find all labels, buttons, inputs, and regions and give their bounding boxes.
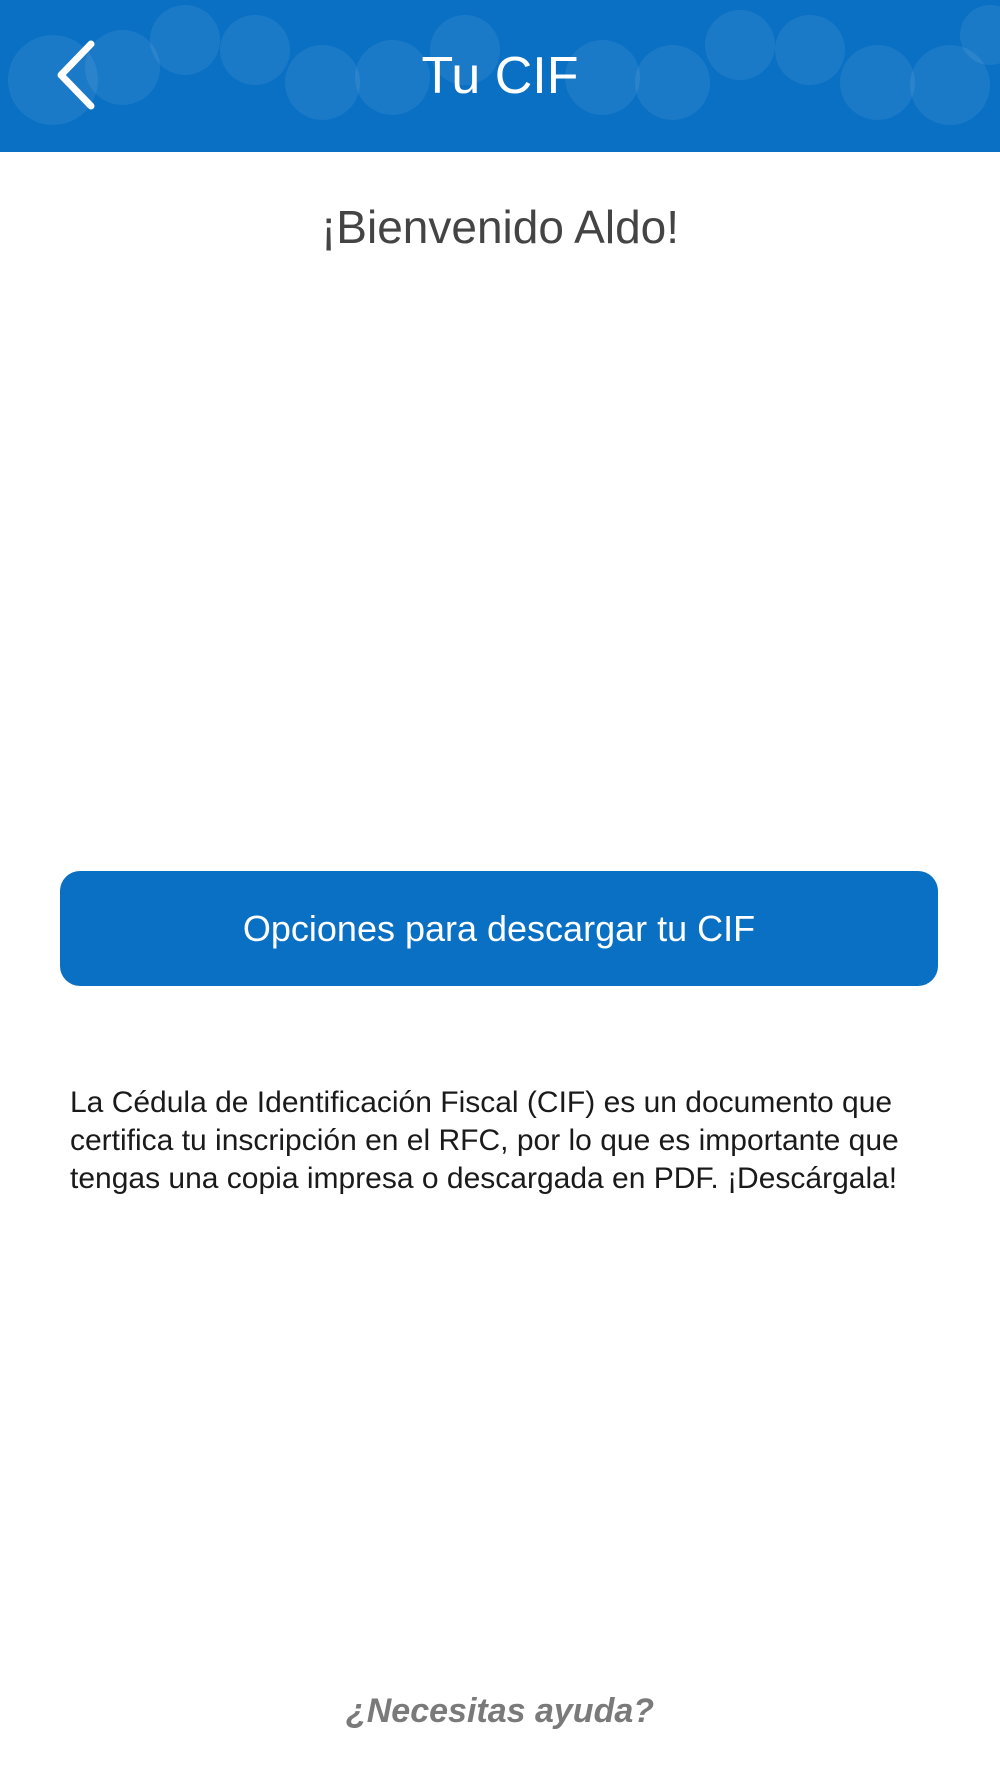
cif-description: La Cédula de Identificación Fiscal (CIF)… (70, 1086, 899, 1195)
download-options-button[interactable]: Opciones para descargar tu CIF (60, 871, 938, 986)
page-title: Tu CIF (421, 47, 579, 105)
help-link[interactable]: ¿Necesitas ayuda? (0, 1692, 1000, 1731)
welcome-message: ¡Bienvenido Aldo! (320, 201, 680, 253)
chevron-left-icon (57, 40, 95, 110)
back-button[interactable] (40, 30, 110, 120)
app-bar: Tu CIF (0, 0, 1000, 152)
